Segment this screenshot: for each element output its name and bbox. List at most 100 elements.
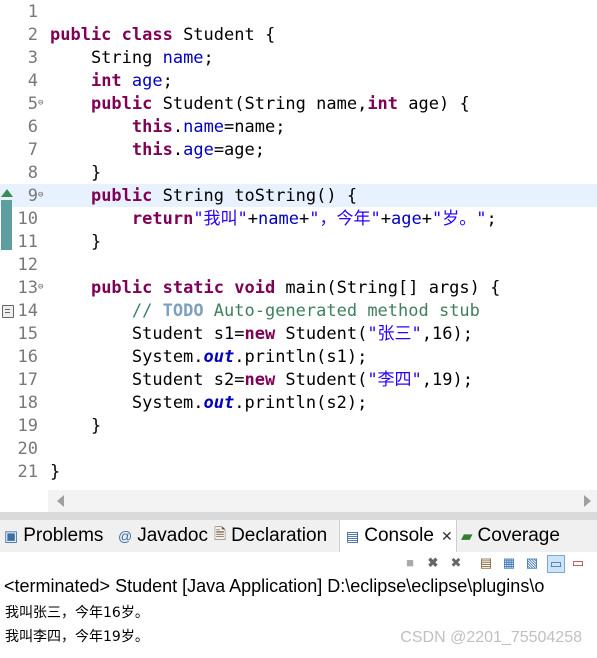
code-token: age — [390, 209, 422, 229]
horizontal-scrollbar[interactable] — [48, 490, 597, 512]
code-line[interactable]: 13 ⊖ public static void main(String[] arg… — [0, 276, 597, 299]
code-token: Student s2= — [50, 370, 245, 390]
scroll-left-icon[interactable] — [57, 495, 64, 507]
code-token: new — [244, 370, 276, 390]
tab-label: Coverage — [477, 525, 560, 546]
code-token: name — [162, 48, 204, 68]
code-token: int — [367, 94, 399, 114]
code-token: "张三" — [367, 324, 422, 344]
close-icon[interactable]: ✕ — [441, 528, 453, 545]
tab-label: Declaration — [231, 525, 328, 546]
watermark: CSDN @2201_75504258 — [400, 629, 582, 646]
code-token: out — [203, 393, 235, 413]
show-on-error-icon[interactable]: ▭ — [570, 555, 586, 571]
remove-all-launches-icon[interactable]: ✖ — [448, 555, 464, 571]
code-token: main(String[] args) { — [275, 278, 501, 298]
clear-console-icon[interactable]: ▤ — [478, 555, 494, 571]
tab-label: Javadoc — [137, 525, 208, 546]
code-line[interactable]: 19 } — [0, 414, 597, 437]
tab-declaration[interactable]: 🗎 Declaration — [214, 520, 327, 552]
code-token: "李四" — [367, 370, 422, 390]
code-text: Student s2=new Student("李四",19); — [50, 370, 473, 390]
scroll-lock-icon[interactable]: ▦ — [501, 555, 517, 571]
code-line[interactable]: 6 this.name=name; — [0, 115, 597, 138]
code-text: String name; — [50, 48, 214, 68]
code-line[interactable]: 3 String name; — [0, 46, 597, 69]
code-line[interactable]: 2 public class Student { — [0, 23, 597, 46]
code-line[interactable]: 10 return"我叫"+name+"，今年"+age+"岁。"; — [0, 207, 597, 230]
tab-problems[interactable]: ▣ Problems — [4, 520, 103, 552]
code-token: Student s1= — [50, 324, 245, 344]
code-token: "岁。" — [431, 209, 487, 229]
code-text: } — [50, 462, 60, 482]
gutter-bottom — [0, 490, 48, 512]
code-line[interactable]: 1 — [0, 0, 597, 23]
code-line[interactable]: 7 this.age=age; — [0, 138, 597, 161]
code-line[interactable]: 4 int age; — [0, 69, 597, 92]
launch-status: <terminated> Student [Java Application] … — [4, 576, 545, 596]
code-line[interactable]: 17 Student s2=new Student("李四",19); — [0, 368, 597, 391]
line-number: 12 — [17, 255, 38, 275]
code-token: } — [50, 416, 102, 436]
code-token: age) { — [398, 94, 470, 114]
code-editor[interactable]: 1 2 public class Student {3 String name; 4 … — [0, 0, 597, 490]
console-output-line: 我叫李四，今年19岁。 — [5, 629, 149, 645]
code-token: new — [244, 324, 276, 344]
code-line[interactable]: 5 ⊖ public Student(String name,int age) { — [0, 92, 597, 115]
line-number: 13 — [17, 278, 38, 298]
code-token: // — [131, 301, 163, 321]
word-wrap-icon[interactable]: ▧ — [524, 555, 540, 571]
task-marker-icon[interactable] — [2, 305, 14, 318]
code-text: public Student(String name,int age) { — [50, 94, 470, 114]
code-token: this — [131, 140, 173, 160]
code-line[interactable]: 15 Student s1=new Student("张三",16); — [0, 322, 597, 345]
line-number: 3 — [27, 48, 38, 68]
code-line[interactable]: 14 // TODO Auto-generated method stub — [0, 299, 597, 322]
panel-divider[interactable] — [0, 512, 597, 520]
tab-console[interactable]: ▤ Console ✕ — [339, 520, 457, 552]
code-line[interactable]: 21} — [0, 460, 597, 483]
code-token: .println(s1); — [234, 347, 368, 367]
code-text: public class Student { — [50, 25, 275, 45]
code-text: public String toString() { — [50, 186, 357, 206]
fold-toggle-icon[interactable]: ⊖ — [38, 282, 43, 292]
code-line[interactable]: 11 } — [0, 230, 597, 253]
code-text: this.name=name; — [50, 117, 286, 137]
code-line[interactable]: 18 System.out.println(s2); — [0, 391, 597, 414]
change-marker — [1, 200, 12, 250]
code-token: Student { — [172, 25, 276, 45]
code-line[interactable]: 12 — [0, 253, 597, 276]
code-token: public class — [50, 25, 173, 45]
line-number: 20 — [17, 439, 38, 459]
remove-launch-icon[interactable]: ✖ — [425, 555, 441, 571]
code-token: } — [50, 232, 102, 252]
line-number: 8 — [27, 163, 38, 183]
code-line[interactable]: 16 System.out.println(s1); — [0, 345, 597, 368]
code-token: + — [421, 209, 432, 229]
line-number: 21 — [17, 462, 38, 482]
fold-toggle-icon[interactable]: ⊖ — [38, 98, 43, 108]
code-token: public — [90, 94, 153, 114]
terminate-icon[interactable]: ■ — [402, 555, 418, 571]
code-line[interactable]: 8 } — [0, 161, 597, 184]
code-line[interactable]: 20 — [0, 437, 597, 460]
tab-javadoc[interactable]: @ Javadoc — [118, 520, 208, 552]
scroll-right-icon[interactable] — [584, 495, 591, 507]
line-number: 1 — [27, 2, 38, 22]
tab-coverage[interactable]: ▰ Coverage — [461, 520, 560, 552]
show-on-output-icon[interactable]: ▭ — [547, 555, 565, 573]
code-text: System.out.println(s1); — [50, 347, 367, 367]
code-token: TODO — [162, 301, 204, 321]
console-toolbar: ■ ✖ ✖ ▤ ▦ ▧ ▭ ▭ — [0, 552, 597, 574]
line-number: 6 — [27, 117, 38, 137]
override-indicator-icon[interactable] — [1, 189, 13, 197]
fold-toggle-icon[interactable]: ⊖ — [38, 190, 43, 200]
code-line[interactable]: 9 ⊖ public String toString() { — [0, 184, 597, 207]
code-token: .println(s2); — [234, 393, 368, 413]
code-token: + — [247, 209, 259, 229]
